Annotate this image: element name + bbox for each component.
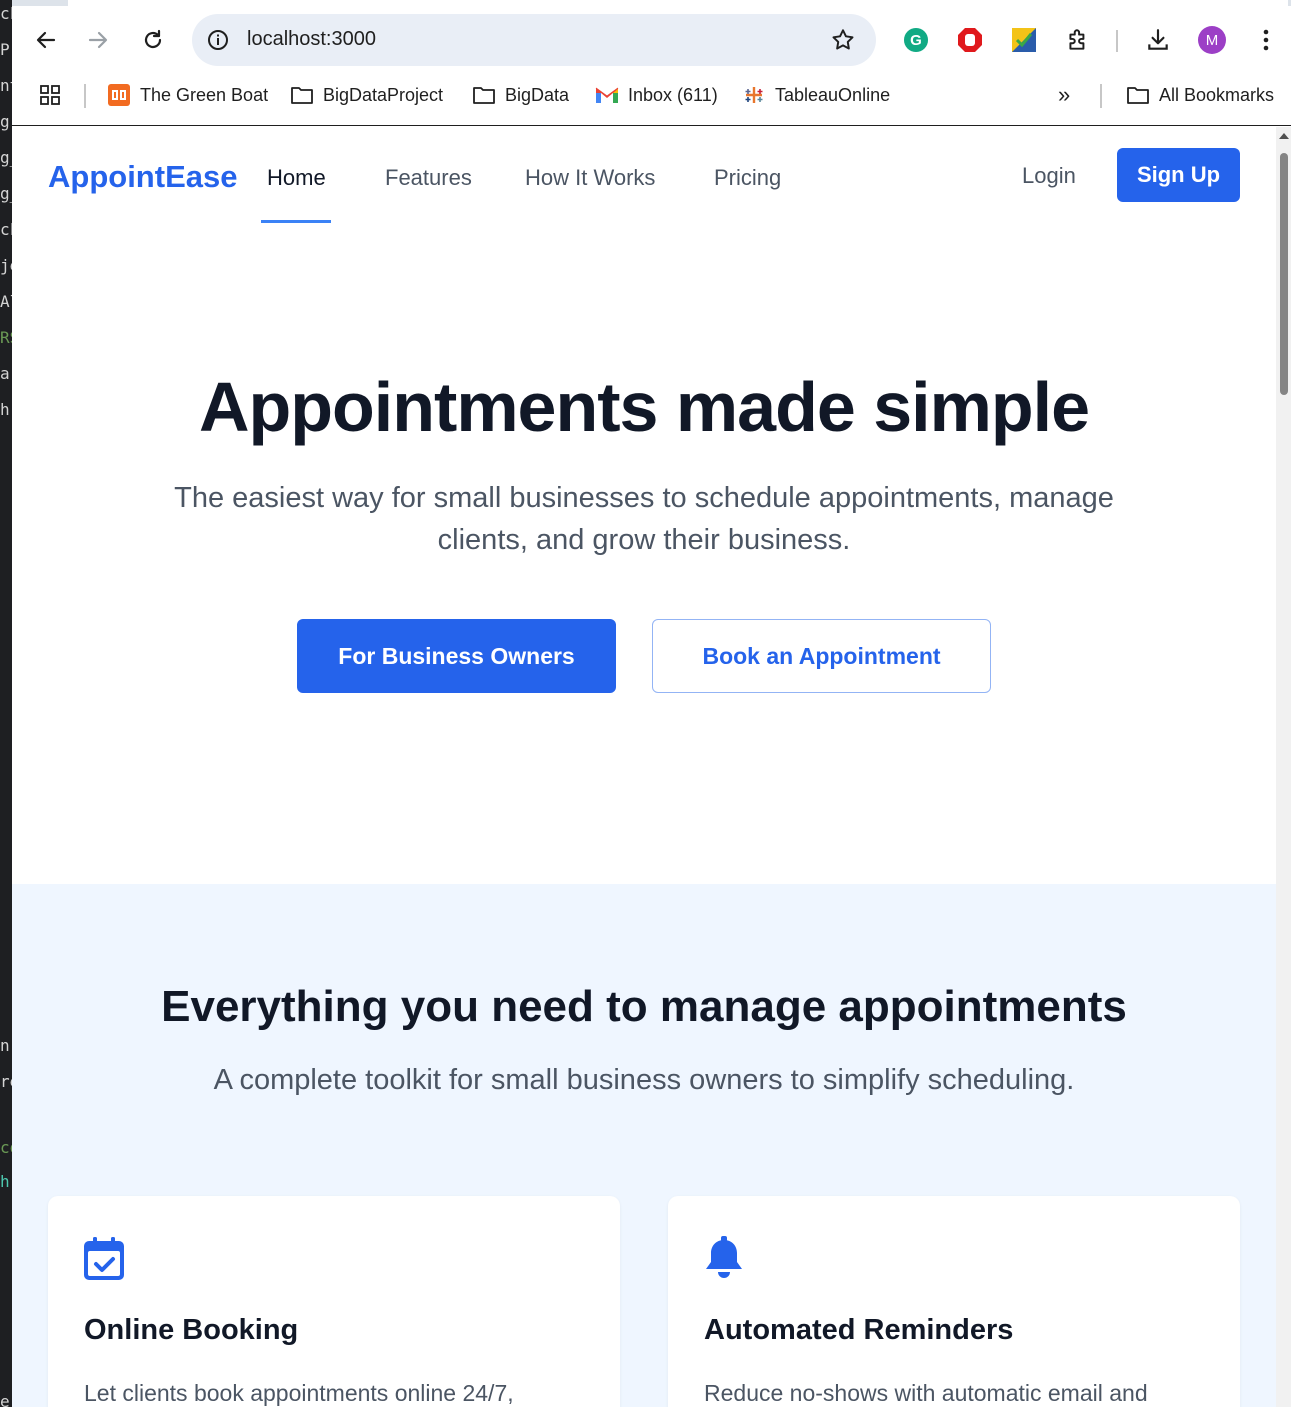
all-bookmarks-label: All Bookmarks bbox=[1159, 84, 1275, 105]
editor-fragment: ck bbox=[0, 4, 12, 23]
editor-fragment: h bbox=[0, 400, 10, 419]
feature-card-title: Automated Reminders bbox=[704, 1314, 1014, 1346]
address-bar[interactable]: localhost:3000 bbox=[192, 14, 876, 66]
bookmarks-divider bbox=[84, 84, 86, 108]
nav-features[interactable]: Features bbox=[385, 165, 472, 191]
editor-fragment: g. bbox=[0, 112, 12, 131]
features-subtitle: A complete toolkit for small business ow… bbox=[213, 1064, 1075, 1096]
bookmark-label: TableauOnline bbox=[775, 84, 891, 105]
all-bookmarks-button[interactable]: All Bookmarks bbox=[1126, 82, 1274, 108]
grammarly-icon[interactable]: G bbox=[902, 26, 930, 54]
folder-icon bbox=[472, 83, 496, 107]
bookmarks-divider bbox=[1100, 84, 1102, 108]
feature-card-automated-reminders: Automated Reminders Reduce no-shows with… bbox=[668, 1196, 1240, 1407]
kebab-menu-icon[interactable] bbox=[1252, 26, 1280, 54]
editor-fragment: je bbox=[0, 256, 12, 275]
hero-subtitle: The easiest way for small businesses to … bbox=[174, 482, 1114, 556]
bookmark-inbox[interactable]: Inbox (611) bbox=[595, 82, 718, 108]
bookmark-the-green-boat[interactable]: The Green Boat bbox=[107, 82, 268, 108]
star-icon[interactable] bbox=[830, 27, 856, 53]
page-scrollbar[interactable] bbox=[1276, 127, 1291, 1407]
business-owners-button[interactable]: For Business Owners bbox=[297, 619, 616, 693]
bookmark-label: BigData bbox=[505, 84, 570, 105]
editor-fragment: a bbox=[0, 364, 10, 383]
feature-card-text: Reduce no-shows with automatic email and bbox=[704, 1380, 1148, 1406]
reload-icon[interactable] bbox=[139, 26, 167, 54]
checkmark-extension-icon[interactable] bbox=[1010, 26, 1038, 54]
editor-fragment: re bbox=[0, 1072, 12, 1091]
folder-icon bbox=[1126, 83, 1150, 107]
browser-toolbar: localhost:3000 G M bbox=[12, 6, 1291, 74]
bookmark-bigdata[interactable]: BigData bbox=[472, 82, 569, 108]
editor-fragment: g_ bbox=[0, 184, 12, 203]
editor-fragment: n bbox=[0, 1036, 10, 1055]
scroll-up-arrow-icon[interactable] bbox=[1279, 133, 1289, 139]
scrollbar-thumb[interactable] bbox=[1280, 153, 1288, 395]
nav-how-it-works[interactable]: How It Works bbox=[525, 165, 655, 191]
bookmarks-bar: The Green Boat BigDataProject BigData In… bbox=[12, 74, 1291, 126]
bookmark-label: The Green Boat bbox=[140, 84, 269, 105]
editor-fragment: co bbox=[0, 1138, 12, 1157]
feature-card-title: Online Booking bbox=[84, 1314, 299, 1346]
forward-arrow-icon[interactable] bbox=[84, 26, 112, 54]
editor-fragment: Al bbox=[0, 292, 12, 311]
page-viewport: AppointEase Home Features How It Works P… bbox=[12, 127, 1276, 1407]
site-header: AppointEase Home Features How It Works P… bbox=[12, 127, 1276, 227]
editor-fragment: nt bbox=[0, 76, 12, 95]
calendar-check-icon bbox=[84, 1236, 124, 1280]
editor-fragment: h bbox=[0, 1172, 10, 1191]
nav-home[interactable]: Home bbox=[267, 165, 326, 191]
feature-card-text: Let clients book appointments online 24/… bbox=[84, 1380, 514, 1406]
download-icon[interactable] bbox=[1144, 26, 1172, 54]
more-bookmarks-chevron-icon[interactable]: » bbox=[1058, 82, 1070, 108]
editor-fragment: P bbox=[0, 40, 10, 59]
hero-title: Appointments made simple bbox=[198, 368, 1090, 446]
bookmark-label: BigDataProject bbox=[323, 84, 444, 105]
book-appointment-button[interactable]: Book an Appointment bbox=[652, 619, 991, 693]
svg-text:G: G bbox=[910, 32, 922, 49]
editor-fragment: e bbox=[0, 1392, 10, 1407]
puzzle-icon[interactable] bbox=[1064, 26, 1092, 54]
green-boat-icon bbox=[107, 83, 131, 107]
editor-fragment: ck bbox=[0, 220, 12, 239]
background-editor-strip: ck P nt g. g_ g_ ck je Al RS a h n re co… bbox=[0, 0, 12, 1407]
adblock-icon[interactable] bbox=[956, 26, 984, 54]
bookmark-tableauonline[interactable]: TableauOnline bbox=[742, 82, 890, 108]
bell-icon bbox=[704, 1236, 744, 1280]
folder-icon bbox=[290, 83, 314, 107]
features-section: Everything you need to manage appointmen… bbox=[12, 884, 1276, 1407]
features-title: Everything you need to manage appointmen… bbox=[161, 982, 1127, 1031]
feature-card-online-booking: Online Booking Let clients book appointm… bbox=[48, 1196, 620, 1407]
signup-button[interactable]: Sign Up bbox=[1117, 148, 1240, 202]
toolbar-divider bbox=[1116, 30, 1118, 52]
site-info-icon[interactable] bbox=[206, 28, 230, 52]
back-arrow-icon[interactable] bbox=[32, 26, 60, 54]
tableau-icon bbox=[742, 83, 766, 107]
bookmark-bigdataproject[interactable]: BigDataProject bbox=[290, 82, 443, 108]
editor-fragment: RS bbox=[0, 328, 12, 347]
bookmark-label: Inbox (611) bbox=[628, 84, 718, 105]
brand-logo[interactable]: AppointEase bbox=[48, 159, 237, 195]
active-nav-indicator bbox=[261, 220, 331, 223]
login-link[interactable]: Login bbox=[1022, 163, 1076, 189]
editor-fragment: g_ bbox=[0, 148, 12, 167]
gmail-icon bbox=[595, 83, 619, 107]
profile-avatar[interactable]: M bbox=[1198, 26, 1226, 54]
nav-pricing[interactable]: Pricing bbox=[714, 165, 781, 191]
apps-grid-icon[interactable] bbox=[38, 82, 62, 108]
url-text[interactable]: localhost:3000 bbox=[247, 28, 376, 51]
